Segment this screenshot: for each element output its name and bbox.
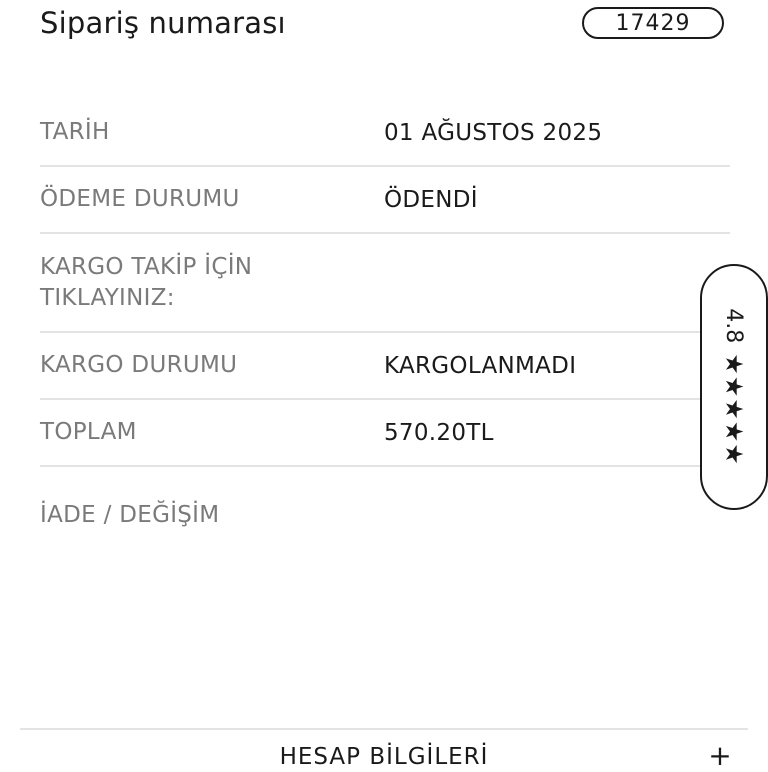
account-info-section-toggle[interactable]: HESAP BİLGİLERİ <box>0 744 768 770</box>
detail-row-date: TARİH 01 AĞUSTOS 2025 <box>40 100 730 167</box>
cargo-tracking-link[interactable]: KARGO TAKİP İÇİN TIKLAYINIZ: <box>40 252 290 314</box>
rating-value: 4.8 <box>721 308 747 344</box>
detail-label: KARGO DURUMU <box>40 352 238 378</box>
detail-row-total: TOPLAM 570.20TL <box>40 400 730 467</box>
detail-row-cargo-status: KARGO DURUMU KARGOLANMADI <box>40 333 730 400</box>
detail-value: 570.20TL <box>384 419 494 446</box>
detail-row-payment-status: ÖDEME DURUMU ÖDENDİ <box>40 167 730 234</box>
detail-label: ÖDEME DURUMU <box>40 186 240 212</box>
detail-value: 01 AĞUSTOS 2025 <box>384 119 603 146</box>
detail-value: ÖDENDİ <box>384 186 478 213</box>
return-exchange-link[interactable]: İADE / DEĞİŞİM <box>40 502 219 528</box>
footer-divider <box>20 728 748 730</box>
detail-label: TARİH <box>40 119 110 145</box>
order-number-badge: 17429 <box>582 7 724 39</box>
rating-widget[interactable]: 4.8 ★★★★★ <box>700 264 768 510</box>
page-title: Sipariş numarası <box>40 6 286 40</box>
detail-row-cargo-tracking[interactable]: KARGO TAKİP İÇİN TIKLAYINIZ: <box>40 234 730 333</box>
rating-content: 4.8 ★★★★★ <box>720 308 748 466</box>
order-details-list: TARİH 01 AĞUSTOS 2025 ÖDEME DURUMU ÖDEND… <box>40 100 730 467</box>
plus-icon[interactable]: + <box>706 742 734 770</box>
detail-value: KARGOLANMADI <box>384 352 577 379</box>
detail-label: TOPLAM <box>40 419 137 445</box>
star-icon: ★★★★★ <box>720 353 748 466</box>
